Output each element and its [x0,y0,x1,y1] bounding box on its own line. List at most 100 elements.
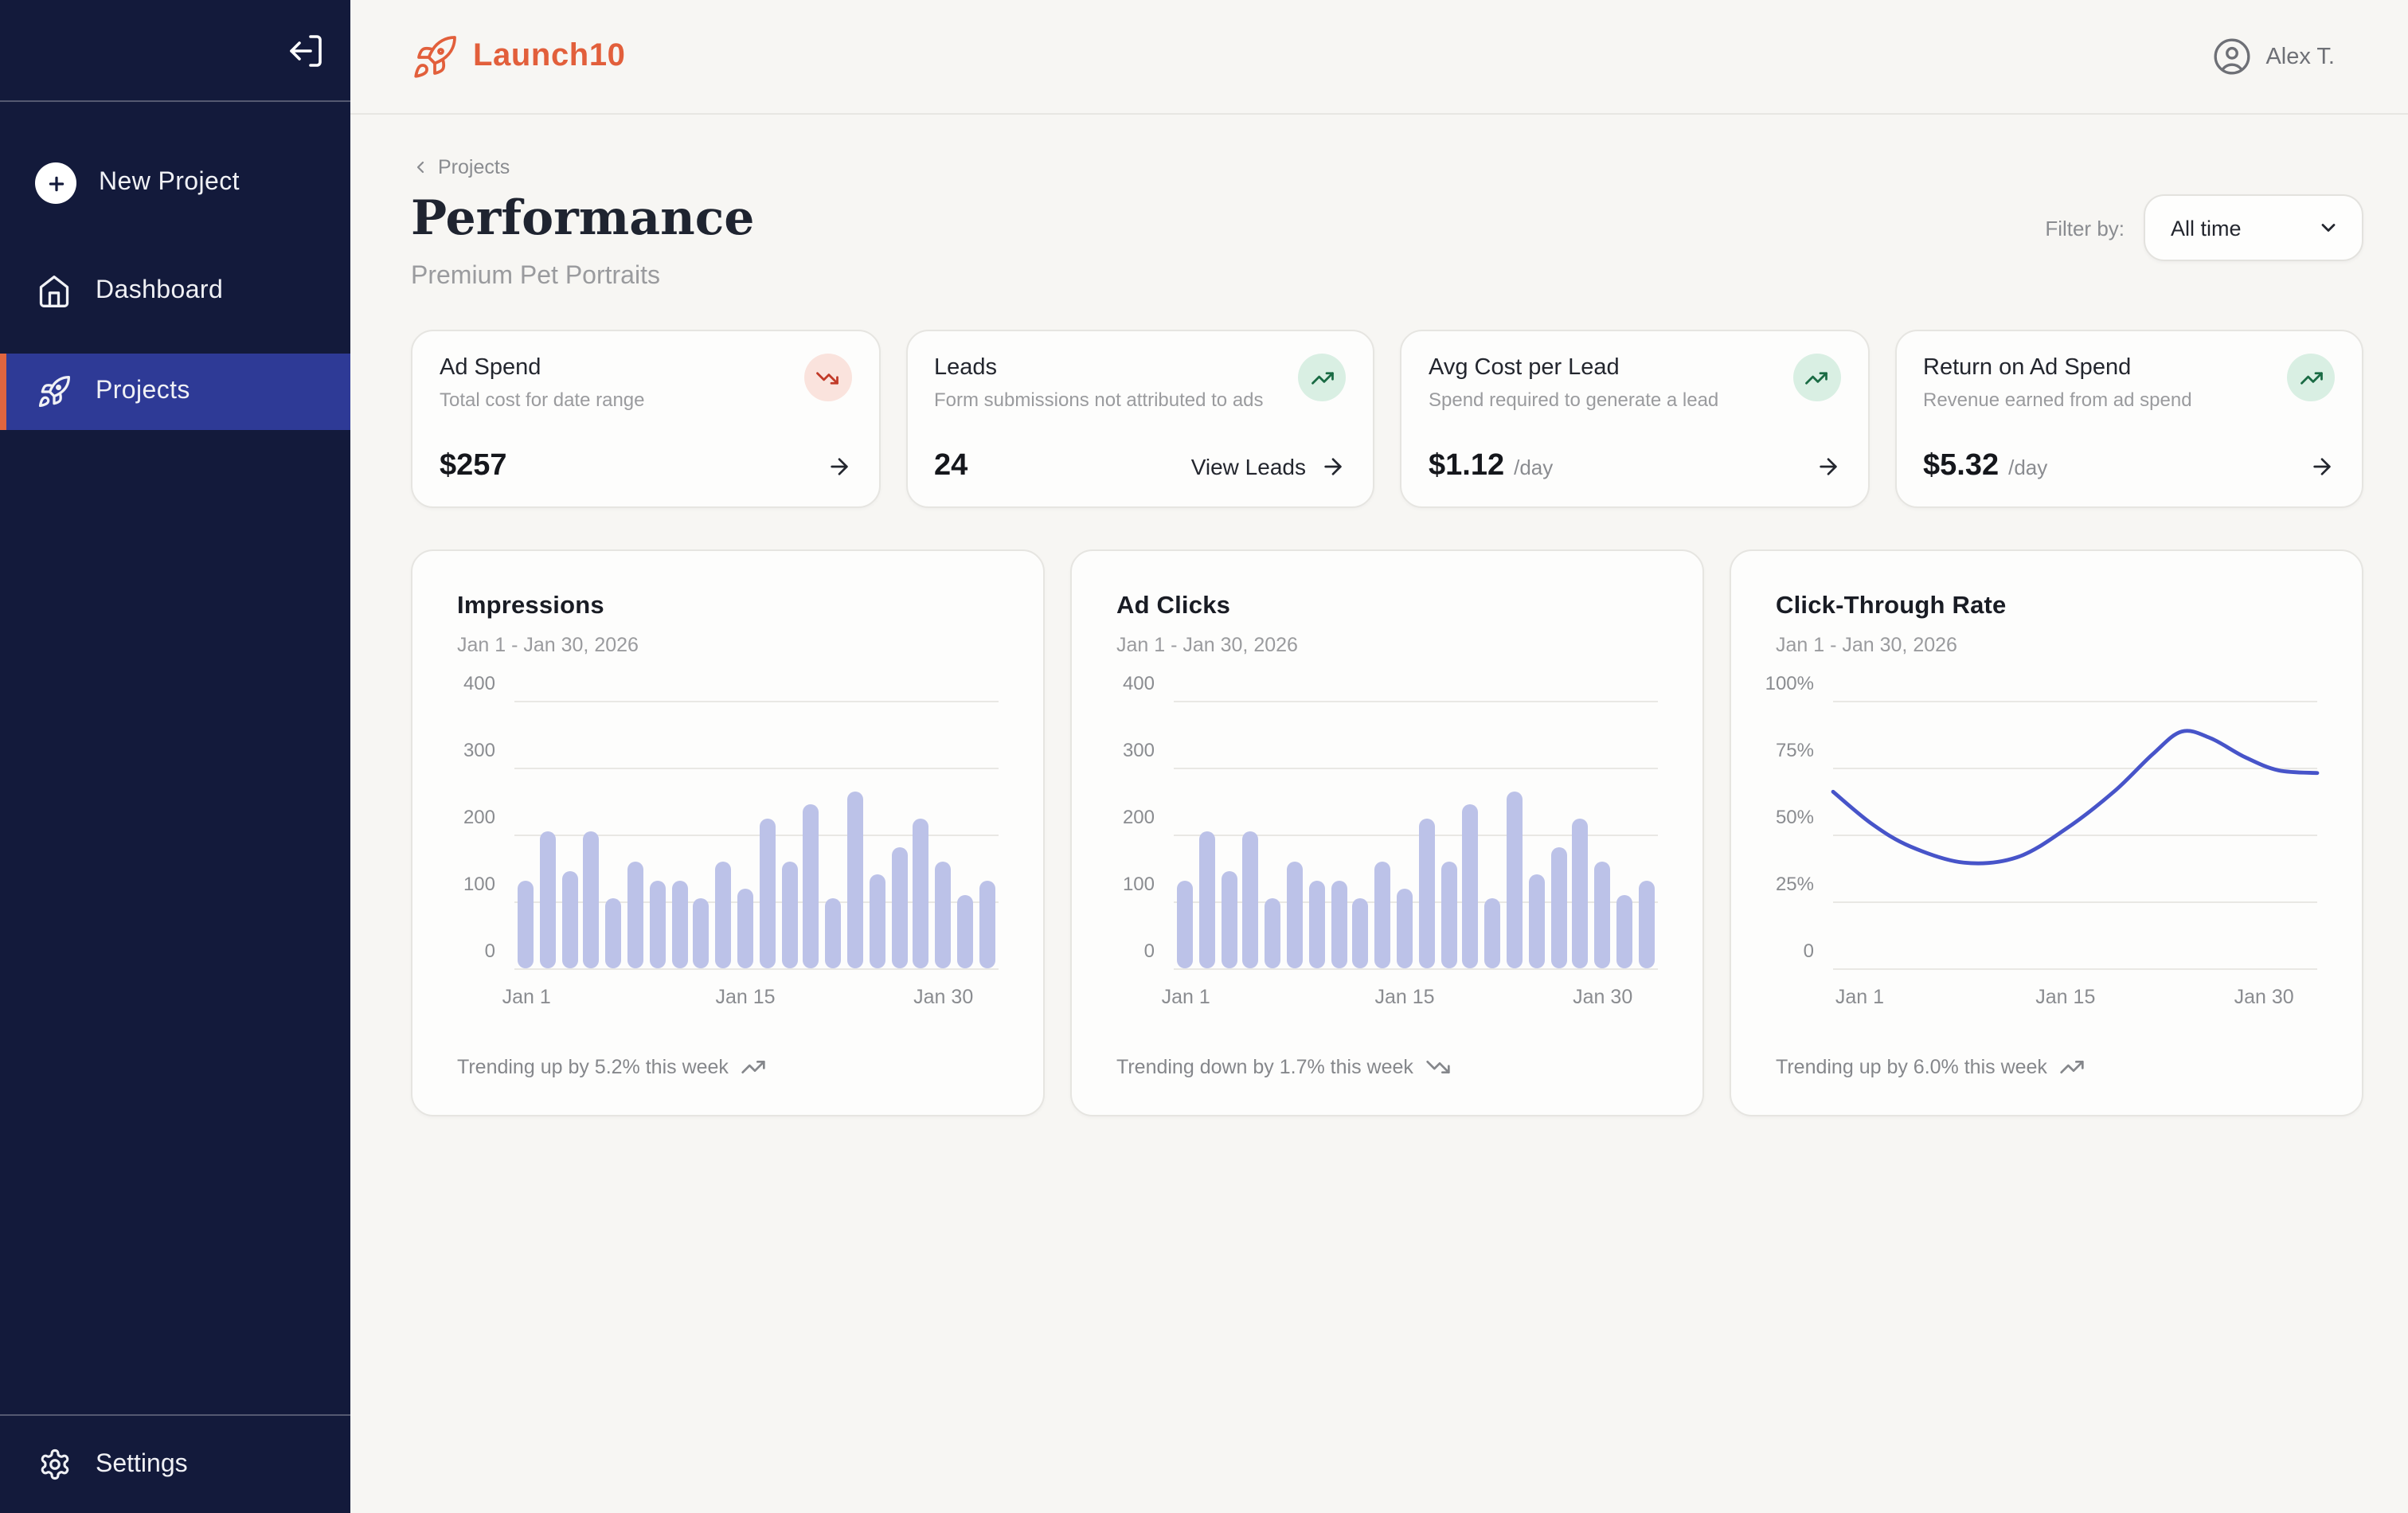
chart-trend: Trending up by 6.0% this week [1776,1054,2317,1080]
view-leads-link[interactable] [1800,454,1840,479]
trend-up-icon [1792,354,1840,401]
bar [715,862,731,968]
trend-up-icon [1298,354,1346,401]
bar [1550,848,1566,968]
sidebar-item-projects[interactable]: Projects [0,354,350,430]
chart-trend-text: Trending up by 6.0% this week [1776,1056,2047,1078]
bar [1353,898,1369,968]
bar [1419,818,1435,968]
sidebar-settings-label: Settings [96,1450,188,1479]
trend-up-icon [1804,366,1828,389]
chart-plot: 4003002001000 Jan 1Jan 15Jan 30 [1116,701,1658,968]
bar [803,804,819,968]
x-axis-label: Jan 1 [1162,986,1210,1008]
stat-card-value-row: $257 [440,449,851,484]
bar [1265,898,1280,968]
bar [1177,882,1193,968]
bar [540,831,556,968]
bar [1374,862,1390,968]
home-icon [35,272,73,311]
bar [1199,831,1215,968]
stat-card-leads: Leads Form submissions not attributed to… [905,330,1374,508]
y-axis-label: 400 [463,672,495,694]
bar-series [514,701,999,968]
x-axis-label: Jan 15 [1374,986,1434,1008]
sidebar: New Project Dashboard Projects Settings [0,0,350,1513]
chart-trend: Trending down by 1.7% this week [1116,1054,1658,1080]
trend-up-icon [741,1054,767,1080]
sidebar-item-settings[interactable]: Settings [0,1414,350,1513]
sidebar-collapse-icon[interactable] [287,31,325,69]
bar [760,818,776,968]
y-axis: 4003002001000 [1116,701,1174,968]
gridline [1833,968,2317,970]
y-axis-label: 0 [1144,940,1155,962]
user-icon [2211,37,2251,76]
arrow-right-icon [2309,454,2335,479]
view-leads-label: View Leads [1191,454,1306,479]
bar [825,898,841,968]
bar [650,882,666,968]
brand-name: Launch10 [473,38,626,75]
bar [518,882,534,968]
sidebar-item-label: Projects [96,377,190,406]
y-axis-label: 100% [1765,672,1814,694]
stat-card-value: $1.12 [1429,449,1504,484]
sidebar-item-new-project[interactable]: New Project [0,147,350,220]
breadcrumb-label: Projects [438,156,510,178]
stat-card-unit: /day [1514,455,1553,479]
plus-icon [35,162,76,204]
trend-up-icon [2287,354,2335,401]
user-name: Alex T. [2265,44,2335,69]
chart-trend: Trending up by 5.2% this week [457,1054,999,1080]
stat-card-title: Avg Cost per Lead [1429,355,1718,381]
chart-title: Ad Clicks [1116,592,1658,621]
bar [1529,874,1545,968]
sidebar-item-dashboard[interactable]: Dashboard [0,255,350,328]
app-window: New Project Dashboard Projects Settings … [0,0,2408,1513]
stat-card-subtitle: Total cost for date range [440,389,645,411]
chevron-down-icon [2317,217,2340,239]
stat-card-subtitle: Revenue earned from ad spend [1923,389,2192,411]
chart-trend-text: Trending down by 1.7% this week [1116,1056,1413,1078]
stat-card-title: Ad Spend [440,355,645,381]
page-head: Projects Performance Premium Pet Portrai… [411,156,2363,291]
gridline [1174,968,1658,970]
date-range-dropdown[interactable]: All time [2144,194,2363,261]
stat-card-title: Leads [934,355,1264,381]
y-axis-label: 50% [1776,806,1814,828]
stat-card-head: Ad Spend Total cost for date range [440,355,851,411]
breadcrumb[interactable]: Projects [411,156,510,178]
view-leads-link[interactable] [811,454,851,479]
view-leads-link[interactable] [2295,454,2335,479]
user-menu[interactable]: Alex T. [2211,37,2335,76]
y-axis-label: 0 [1804,940,1814,962]
chevron-left-icon [411,158,430,177]
chart-card-impressions: Impressions Jan 1 - Jan 30, 2026 4003002… [411,549,1045,1116]
bar [694,898,710,968]
bar [891,848,907,968]
rocket-icon [37,374,72,409]
bar [1440,862,1456,968]
rocket-icon [35,373,73,411]
x-axis-label: Jan 15 [715,986,775,1008]
trend-up-icon [2299,366,2323,389]
trend-down-icon [815,366,839,389]
x-axis-label: Jan 15 [2035,986,2095,1008]
bar [1484,898,1500,968]
arrow-right-icon [1815,454,1840,479]
y-axis-label: 100 [463,873,495,895]
bar [847,791,863,968]
arrow-right-icon [826,454,851,479]
y-axis-label: 200 [463,806,495,828]
home-icon [37,274,72,309]
bar-series [1174,701,1658,968]
trend-up-icon [741,1054,767,1080]
sidebar-top [0,0,350,102]
view-leads-link[interactable]: View Leads [1191,454,1346,479]
stat-card-value: 24 [934,449,968,484]
bar [671,882,687,968]
stat-card-subtitle: Spend required to generate a lead [1429,389,1718,411]
bar [1331,882,1347,968]
stat-card-subtitle: Form submissions not attributed to ads [934,389,1264,411]
